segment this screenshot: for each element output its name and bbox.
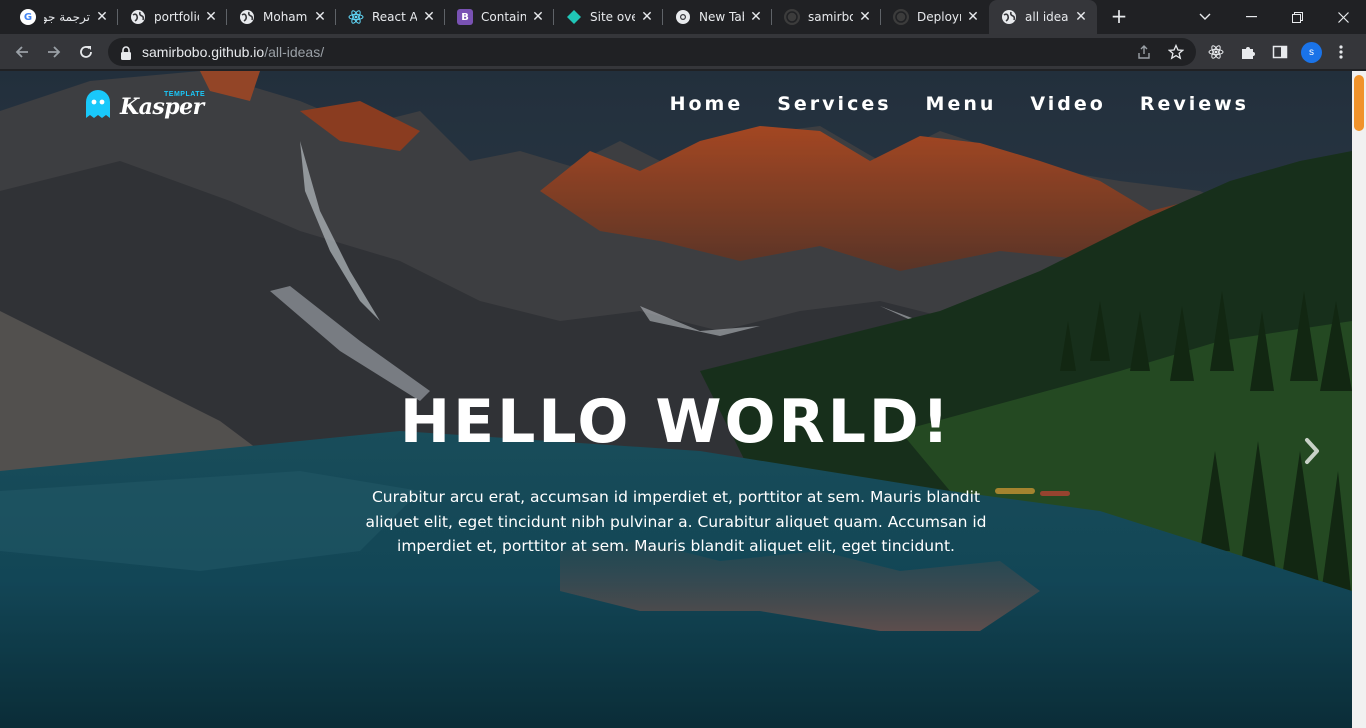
browser-tab[interactable]: samirbo ✕ <box>772 0 881 34</box>
restore-icon[interactable] <box>1274 0 1320 34</box>
nav-link-services[interactable]: Services <box>777 93 891 115</box>
browser-tab[interactable]: G ترجمة جو ✕ <box>8 0 118 34</box>
page-viewport: TEMPLATE Kasper Home Services Menu Video… <box>0 71 1352 728</box>
close-tab-icon[interactable]: ✕ <box>639 9 655 25</box>
tab-title: ترجمة جو <box>44 10 90 24</box>
nav-link-reviews[interactable]: Reviews <box>1140 93 1249 115</box>
scrollbar-thumb[interactable] <box>1354 75 1364 131</box>
browser-tab[interactable]: B Containe ✕ <box>445 0 554 34</box>
page-scrollbar[interactable] <box>1352 71 1366 728</box>
tab-title: all ideas <box>1025 10 1069 24</box>
chevron-right-icon[interactable] <box>1300 435 1324 467</box>
close-tab-icon[interactable]: ✕ <box>1073 9 1089 25</box>
browser-tab[interactable]: React Ap ✕ <box>336 0 445 34</box>
hero-description: Curabitur arcu erat, accumsan id imperdi… <box>365 488 987 555</box>
site-logo[interactable]: TEMPLATE Kasper <box>84 86 205 126</box>
bootstrap-icon: B <box>457 9 473 25</box>
reload-icon[interactable] <box>73 39 99 65</box>
google-icon: G <box>20 9 36 25</box>
react-devtools-icon[interactable] <box>1207 43 1225 61</box>
bookmark-star-icon[interactable] <box>1167 43 1185 60</box>
close-tab-icon[interactable]: ✕ <box>203 9 219 25</box>
nav-link-home[interactable]: Home <box>670 93 744 115</box>
chrome-icon <box>675 9 691 25</box>
browser-tab[interactable]: portfolio ✕ <box>118 0 227 34</box>
browser-tab[interactable]: Deploym ✕ <box>881 0 989 34</box>
tab-title: portfolio <box>154 10 199 24</box>
forward-arrow-icon[interactable] <box>41 39 67 65</box>
close-window-icon[interactable] <box>1320 0 1366 34</box>
tab-title: Containe <box>481 10 526 24</box>
lock-icon[interactable] <box>120 45 132 64</box>
nav-link-menu[interactable]: Menu <box>926 93 997 115</box>
kebab-menu-icon[interactable] <box>1332 43 1350 61</box>
tab-strip: G ترجمة جو ✕ portfolio ✕ Moham ✕ React A… <box>0 0 1366 34</box>
minimize-icon[interactable] <box>1228 0 1274 34</box>
globe-icon <box>239 9 255 25</box>
new-tab-button[interactable]: + <box>1108 6 1130 28</box>
address-bar[interactable]: samirbobo.github.io/all-ideas/ <box>108 38 1196 66</box>
netlify-icon <box>566 9 582 25</box>
close-tab-icon[interactable]: ✕ <box>965 9 981 25</box>
close-tab-icon[interactable]: ✕ <box>748 9 764 25</box>
tab-title: samirbo <box>808 10 853 24</box>
browser-toolbar: samirbobo.github.io/all-ideas/ s <box>0 34 1366 70</box>
logo-brand-text: Kasper <box>120 94 204 120</box>
url-host: samirbobo.github.io <box>142 44 265 60</box>
tab-search-icon[interactable] <box>1182 0 1228 34</box>
tab-title: Site over <box>590 10 635 24</box>
globe-icon <box>130 9 146 25</box>
profile-avatar[interactable]: s <box>1301 42 1322 63</box>
tab-title: New Tab <box>699 10 744 24</box>
browser-tab[interactable]: New Tab ✕ <box>663 0 772 34</box>
back-arrow-icon[interactable] <box>9 39 35 65</box>
main-nav: Home Services Menu Video Reviews <box>670 93 1249 115</box>
close-tab-icon[interactable]: ✕ <box>94 9 110 25</box>
nav-link-video[interactable]: Video <box>1030 93 1105 115</box>
extensions-puzzle-icon[interactable] <box>1239 43 1257 61</box>
close-tab-icon[interactable]: ✕ <box>312 9 328 25</box>
tab-title: Moham <box>263 10 308 24</box>
side-panel-icon[interactable] <box>1271 43 1289 61</box>
close-tab-icon[interactable]: ✕ <box>530 9 546 25</box>
react-icon <box>348 9 364 25</box>
globe-icon <box>1001 9 1017 25</box>
url-path: /all-ideas/ <box>264 44 325 60</box>
browser-tab-active[interactable]: all ideas ✕ <box>989 0 1097 34</box>
browser-tab[interactable]: Site over ✕ <box>554 0 663 34</box>
ghost-logo-icon <box>86 90 110 118</box>
close-tab-icon[interactable]: ✕ <box>421 9 437 25</box>
browser-tab[interactable]: Moham ✕ <box>227 0 336 34</box>
tab-title: Deploym <box>917 10 961 24</box>
url-text[interactable]: samirbobo.github.io/all-ideas/ <box>142 44 324 60</box>
close-tab-icon[interactable]: ✕ <box>857 9 873 25</box>
tab-title: React Ap <box>372 10 417 24</box>
github-icon <box>893 9 909 25</box>
share-icon[interactable] <box>1136 44 1152 60</box>
github-icon <box>784 9 800 25</box>
hero-title: HELLO WORLD! <box>399 387 953 457</box>
